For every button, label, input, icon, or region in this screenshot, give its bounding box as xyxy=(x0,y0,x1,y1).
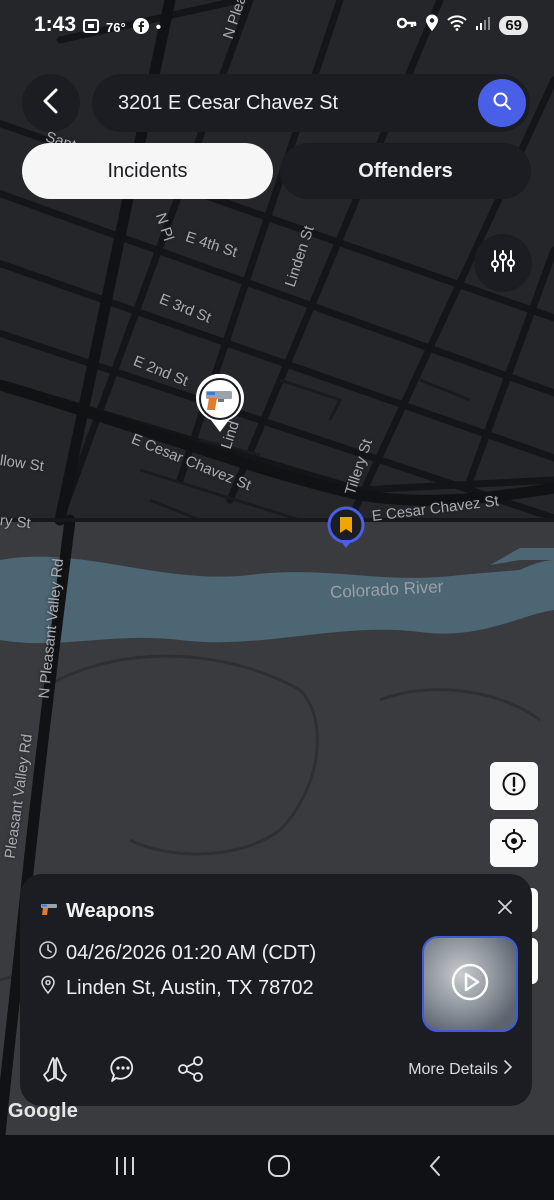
video-thumbnail[interactable] xyxy=(422,936,518,1032)
back-icon xyxy=(427,1154,443,1183)
status-right-icons: 69 xyxy=(397,14,528,37)
recents-icon xyxy=(113,1155,137,1182)
key-icon xyxy=(397,16,417,35)
street-label: ry St xyxy=(0,512,32,533)
status-bar: 1:43 76° • 69 xyxy=(0,0,554,52)
close-icon xyxy=(498,899,512,919)
home-button[interactable] xyxy=(264,1153,294,1183)
incident-datetime-row: 04/26/2026 01:20 AM (CDT) xyxy=(38,940,316,966)
filter-button[interactable] xyxy=(474,234,532,292)
incident-datetime: 04/26/2026 01:20 AM (CDT) xyxy=(66,941,317,964)
report-button[interactable] xyxy=(490,762,538,810)
play-icon xyxy=(450,962,490,1007)
crosshair-icon xyxy=(501,828,527,859)
search-bar[interactable]: 3201 E Cesar Chavez St xyxy=(92,74,530,132)
wifi-icon xyxy=(447,15,468,36)
location-pin-marker[interactable] xyxy=(326,506,366,550)
incident-pin-weapons[interactable] xyxy=(194,373,246,434)
dot-icon: • xyxy=(155,18,162,36)
tab-incidents[interactable]: Incidents xyxy=(22,143,273,199)
search-button[interactable] xyxy=(478,79,526,127)
chevron-right-icon xyxy=(504,1060,513,1079)
location-pin-icon xyxy=(38,975,58,1001)
clock-icon xyxy=(38,940,58,966)
status-left-icons: 76° • xyxy=(82,17,161,38)
back-nav-button[interactable] xyxy=(420,1153,450,1183)
google-attribution: Google xyxy=(8,1100,79,1122)
incident-category: Weapons xyxy=(66,900,155,922)
battery-indicator: 69 xyxy=(499,16,528,35)
screenshot-icon xyxy=(82,17,100,38)
more-details-label: More Details xyxy=(408,1060,498,1078)
home-icon xyxy=(266,1153,292,1184)
close-button[interactable] xyxy=(494,898,516,920)
more-details-link[interactable]: More Details xyxy=(408,1060,513,1079)
status-temperature: 76° xyxy=(106,20,126,35)
incident-location: Linden St, Austin, TX 78702 xyxy=(66,976,314,999)
back-button[interactable] xyxy=(22,74,80,132)
incident-location-row: Linden St, Austin, TX 78702 xyxy=(38,975,314,1001)
tab-offenders[interactable]: Offenders xyxy=(280,143,531,199)
location-icon xyxy=(425,14,439,37)
alert-icon xyxy=(501,771,527,802)
pray-hands-icon[interactable] xyxy=(40,1054,70,1089)
sliders-icon xyxy=(490,248,516,279)
gun-icon xyxy=(40,902,58,921)
search-input[interactable]: 3201 E Cesar Chavez St xyxy=(118,92,338,115)
my-location-button[interactable] xyxy=(490,819,538,867)
incident-card[interactable]: Weapons 04/26/2026 01:20 AM (CDT) Linden… xyxy=(20,874,532,1106)
card-actions xyxy=(40,1054,206,1089)
incident-title-row: Weapons xyxy=(40,900,155,923)
search-icon xyxy=(492,91,512,116)
chevron-left-icon xyxy=(40,87,62,120)
share-icon[interactable] xyxy=(176,1054,206,1089)
system-navigation-bar xyxy=(0,1135,554,1200)
facebook-icon xyxy=(132,17,150,38)
comment-icon[interactable] xyxy=(108,1054,138,1089)
status-time: 1:43 xyxy=(34,13,77,36)
recent-apps-button[interactable] xyxy=(110,1153,140,1183)
signal-icon xyxy=(475,15,491,36)
